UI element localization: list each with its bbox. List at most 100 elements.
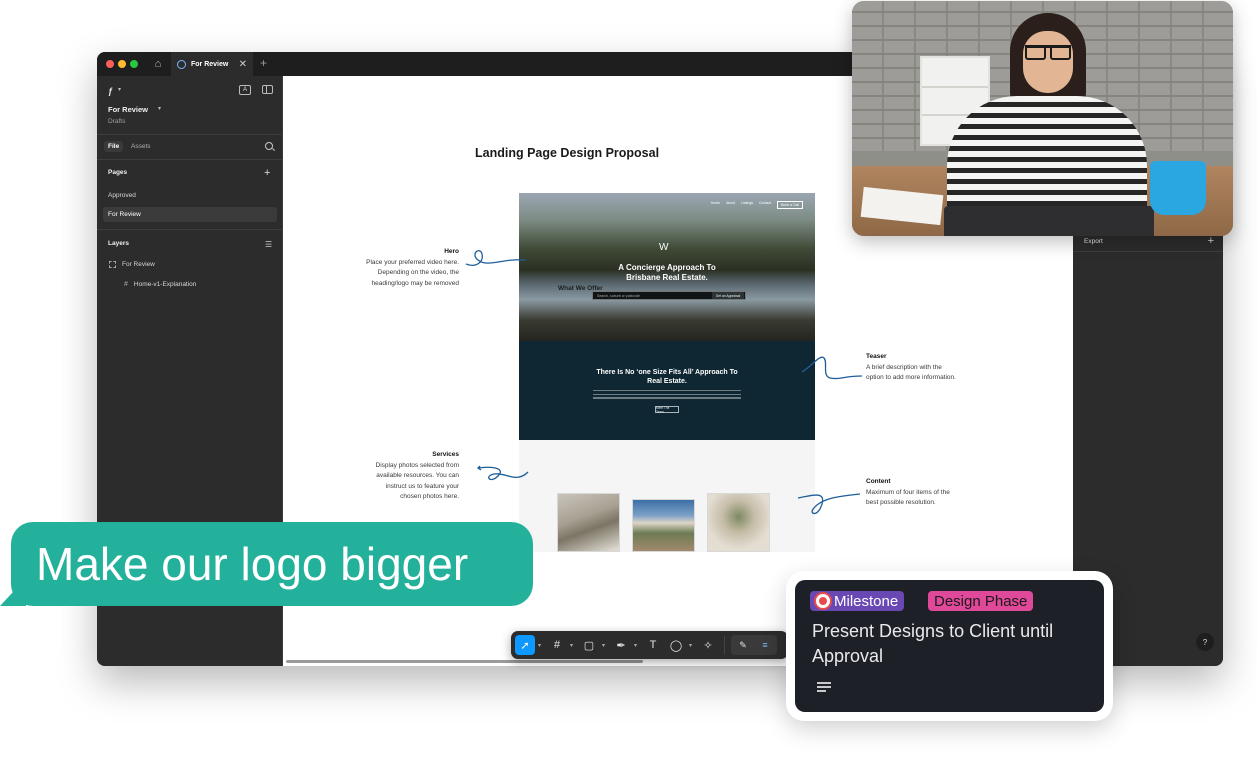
layer-row[interactable]: # Home-v1-Explanation — [124, 281, 196, 288]
tab-file[interactable]: File — [104, 141, 124, 152]
sidebar-toggle-icon[interactable] — [262, 85, 273, 94]
content-arrow-icon — [797, 493, 861, 515]
font-icon[interactable]: A — [239, 85, 251, 95]
nav-item: About — [726, 201, 736, 205]
pages-title: Pages — [108, 169, 128, 176]
pages-section: Pages + Approved For Review — [97, 160, 282, 230]
teaser-arrow-icon — [801, 356, 863, 380]
file-name[interactable]: For Review — [108, 105, 148, 114]
annotation-title: Content — [866, 478, 891, 485]
design-phase-tag[interactable]: Design Phase — [928, 591, 1034, 611]
offer-title: What We Offer — [558, 285, 603, 292]
hero-title: A Concierge Approach To Brisbane Real Es… — [519, 263, 815, 283]
page-item-for-review[interactable]: For Review — [103, 207, 277, 222]
file-location: Drafts — [108, 118, 126, 125]
horizontal-scrollbar[interactable] — [286, 660, 643, 663]
annotation-title: Teaser — [866, 353, 887, 360]
maximize-window-button[interactable] — [130, 60, 138, 68]
chevron-down-icon[interactable]: ▾ — [602, 642, 608, 649]
chat-message: Make our logo bigger — [36, 538, 469, 590]
annotation-line: instruct us to feature your — [385, 482, 459, 490]
nav-item: Listings — [741, 201, 754, 205]
layers-list-icon[interactable]: ☰ — [265, 240, 272, 249]
annotation-line: chosen photos here. — [400, 493, 459, 500]
hero-search-button: Get an Appraisal — [712, 292, 744, 299]
file-header: ƒ ▾ A For Review ▾ Drafts — [97, 76, 282, 135]
sidebar-tabs: File Assets — [97, 135, 282, 160]
pen-tool-icon[interactable]: ✒ — [611, 635, 631, 655]
help-button[interactable]: ? — [1196, 633, 1214, 651]
annotation-line: heading/logo may be removed — [371, 279, 459, 287]
tab-for-review[interactable]: For Review ✕ — [171, 52, 253, 76]
annotation-hero: Hero Place your preferred video here. De… — [340, 247, 459, 289]
main-menu-icon[interactable]: ƒ — [108, 86, 116, 96]
offer-image — [707, 493, 770, 552]
new-tab-button[interactable]: + — [260, 56, 267, 70]
nav-cta: Book a Call — [777, 201, 803, 209]
chevron-down-icon[interactable]: ▾ — [538, 642, 544, 649]
tag-label: Design Phase — [934, 592, 1028, 610]
dev-mode-icon[interactable]: ≡ — [755, 635, 775, 655]
shape-tool-icon[interactable]: ▢ — [579, 635, 599, 655]
offer-image — [632, 499, 695, 552]
teaser-title-line: Real Estate. — [647, 378, 687, 385]
hero-title-line: A Concierge Approach To — [618, 263, 716, 272]
layers-section: Layers ☰ For Review # Home-v1-Explanatio… — [97, 230, 282, 330]
video-person-glasses — [1025, 45, 1071, 60]
mockup-nav: Home About Listings Contact Book a Call — [711, 201, 803, 209]
annotation-line: option to add more information. — [866, 374, 956, 381]
mode-toggle: ✎ ≡ — [731, 635, 777, 655]
add-page-button[interactable]: + — [264, 168, 270, 179]
annotation-line: Maximum of four items of the — [866, 488, 950, 496]
annotation-line: available resources. You can — [376, 472, 459, 479]
close-window-button[interactable] — [106, 60, 114, 68]
offer-image — [557, 493, 620, 552]
hero-section: Home About Listings Contact Book a Call … — [519, 193, 815, 341]
home-icon[interactable]: ⌂ — [147, 54, 169, 74]
stage: ⌂ For Review ✕ + ƒ ▾ A For Review ▾ Draf… — [0, 0, 1257, 770]
teaser-button: Meet The Team — [655, 406, 679, 414]
target-icon — [816, 594, 830, 608]
annotation-line: Depending on the video, the — [377, 269, 459, 276]
description-icon[interactable] — [817, 682, 831, 694]
video-laptop — [944, 206, 1154, 236]
video-mug — [1150, 161, 1206, 215]
minimize-window-button[interactable] — [118, 60, 126, 68]
add-export-button[interactable]: + — [1208, 235, 1214, 247]
teaser-body-placeholder — [593, 390, 741, 401]
file-icon — [177, 59, 186, 69]
bottom-toolbar: ➚ ▾ # ▾ ▢ ▾ ✒ ▾ T ◯ ▾ ✧ ✎ ≡ — [511, 631, 788, 659]
comment-tool-icon[interactable]: ◯ — [666, 635, 686, 655]
chevron-down-icon[interactable]: ▾ — [570, 642, 576, 649]
milestone-tag[interactable]: Milestone — [810, 591, 905, 611]
search-icon[interactable] — [265, 142, 273, 150]
layer-row[interactable]: For Review — [109, 261, 155, 268]
nav-item: Contact — [759, 201, 772, 205]
annotation-line: Place your preferred video here. — [366, 258, 459, 266]
hero-search-bar: Search, suburb or postcode Get an Apprai… — [592, 291, 746, 300]
text-tool-icon[interactable]: T — [643, 635, 663, 655]
close-icon[interactable]: ✕ — [239, 59, 247, 70]
actions-tool-icon[interactable]: ✧ — [698, 635, 718, 655]
hero-logo: W — [659, 242, 669, 253]
annotation-content: Content Maximum of four items of the bes… — [866, 477, 996, 509]
hero-title-line: Brisbane Real Estate. — [626, 273, 708, 282]
chevron-down-icon[interactable]: ▾ — [689, 642, 695, 649]
layer-name: For Review — [122, 261, 155, 268]
toolbar-divider — [724, 636, 725, 654]
nav-item: Home — [710, 201, 720, 205]
tab-assets[interactable]: Assets — [131, 143, 151, 150]
frame-tool-icon[interactable]: # — [547, 635, 567, 655]
services-arrow-icon — [476, 465, 529, 481]
tag-label: Milestone — [834, 592, 899, 610]
draw-mode-icon[interactable]: ✎ — [733, 635, 753, 655]
chevron-down-icon[interactable]: ▾ — [634, 642, 640, 649]
video-call-feed — [852, 1, 1233, 236]
move-tool-icon[interactable]: ➚ — [515, 635, 535, 655]
hero-arrow-icon — [465, 250, 527, 266]
chevron-down-icon[interactable]: ▾ — [158, 105, 161, 112]
hero-search-placeholder: Search, suburb or postcode — [597, 293, 640, 298]
annotation-teaser: Teaser A brief description with the opti… — [866, 352, 996, 384]
page-item-approved[interactable]: Approved — [103, 188, 277, 203]
chevron-down-icon[interactable]: ▾ — [118, 86, 121, 93]
